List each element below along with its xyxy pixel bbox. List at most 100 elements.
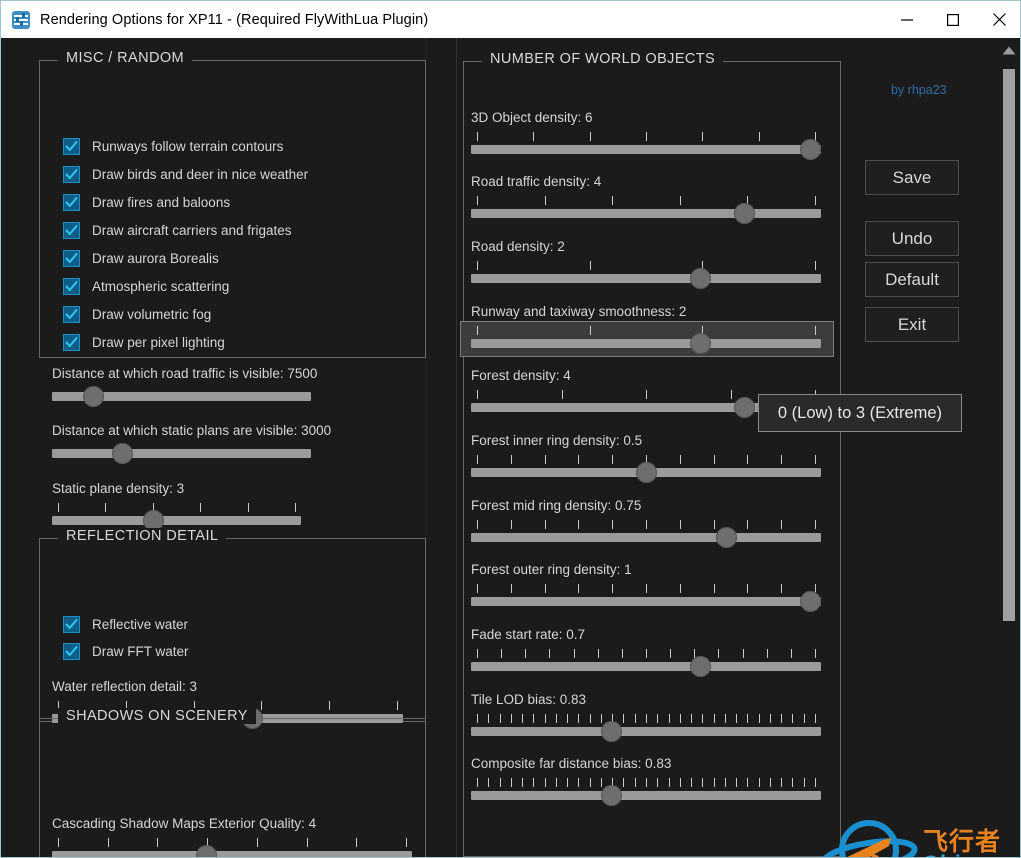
checkbox-checked-icon[interactable] [63,137,80,155]
slider-label-wrapper: Runway and taxiway smoothness: 2 [471,304,686,319]
slider-control[interactable]: Forest inner ring density: 0.5 [471,433,821,483]
checkbox-row[interactable]: Draw fires and baloons [63,193,230,211]
default-button[interactable]: Default [865,262,959,297]
group-misc-random-title: MISC / RANDOM [58,50,192,66]
checkbox-row[interactable]: Draw birds and deer in nice weather [63,165,308,183]
slider-track[interactable] [471,274,821,283]
slider-ticks [471,326,821,335]
column-divider [456,38,457,857]
close-icon[interactable] [976,1,1020,38]
slider-control[interactable]: Distance at which road traffic is visibl… [52,366,317,414]
slider-label: Forest mid ring density: 0.75 [471,498,642,513]
slider-thumb[interactable] [716,527,738,548]
slider-track[interactable] [471,597,821,606]
slider-control[interactable]: Distance at which static plans are visib… [52,423,331,471]
slider-track[interactable] [471,791,821,800]
slider-control[interactable]: Fade start rate: 0.7 [471,627,821,677]
slider-label: Distance at which road traffic is visibl… [52,366,318,381]
maximize-icon[interactable] [930,1,976,38]
checkbox-checked-icon[interactable] [63,277,80,295]
scrollbar-thumb[interactable] [1003,69,1015,621]
title-bar: Rendering Options for XP11 - (Required F… [1,1,1020,38]
slider-track[interactable] [52,449,311,458]
checkbox-label: Draw FFT water [92,643,189,659]
slider-control[interactable]: Static plane density: 3 [52,481,301,531]
checkbox-row[interactable]: Draw per pixel lighting [63,333,225,351]
slider-label: Fade start rate: 0.7 [471,627,586,642]
checkbox-label: Reflective water [92,616,189,632]
checkbox-row[interactable]: Draw volumetric fog [63,305,211,323]
checkbox-checked-icon[interactable] [63,642,80,660]
slider-control[interactable]: Tile LOD bias: 0.83 [471,692,821,742]
slider-thumb[interactable] [82,386,104,407]
slider-ticks [471,584,821,593]
slider-track[interactable] [471,727,821,736]
checkbox-row[interactable]: Reflective water [63,615,188,633]
slider-thumb[interactable] [111,443,133,464]
slider-track[interactable] [471,145,821,154]
slider-track[interactable] [52,516,301,525]
slider-thumb[interactable] [800,591,821,612]
slider-control[interactable]: Composite far distance bias: 0.83 [471,756,821,806]
slider-control[interactable]: 3D Object density: 6 [471,110,821,160]
undo-button[interactable]: Undo [865,221,959,256]
slider-thumb[interactable] [689,333,711,354]
slider-thumb[interactable] [600,785,622,806]
checkbox-checked-icon[interactable] [63,221,80,239]
slider-label: 3D Object density: 6 [471,110,593,125]
slider-thumb[interactable] [600,721,622,742]
slider-thumb[interactable] [635,462,657,483]
minimize-icon[interactable] [884,1,930,38]
slider-ticks [471,778,821,787]
slider-ticks [471,649,821,658]
checkbox-row[interactable]: Draw FFT water [63,642,189,660]
chevron-up-icon[interactable] [998,42,1020,58]
checkbox-checked-icon[interactable] [63,165,80,183]
checkbox-checked-icon[interactable] [63,305,80,323]
slider-thumb[interactable] [800,139,821,160]
slider-control[interactable]: Forest outer ring density: 1 [471,562,821,612]
slider-thumb[interactable] [734,203,756,224]
checkbox-label: Runways follow terrain contours [92,138,284,154]
slider-control[interactable]: Forest mid ring density: 0.75 [471,498,821,548]
slider-control[interactable]: Road traffic density: 4 [471,174,821,224]
checkbox-checked-icon[interactable] [63,193,80,211]
slider-track[interactable] [471,662,821,671]
window-controls [884,1,1020,38]
slider-track[interactable] [471,209,821,218]
save-button[interactable]: Save [865,160,959,195]
app-window: Rendering Options for XP11 - (Required F… [0,0,1021,858]
slider-label: Cascading Shadow Maps Exterior Quality: … [52,816,317,831]
checkbox-checked-icon[interactable] [63,333,80,351]
slider-control[interactable]: Cascading Shadow Maps Exterior Quality: … [52,816,412,857]
vertical-scrollbar[interactable] [998,38,1020,857]
slider-label: Water reflection detail: 3 [52,679,198,694]
slider-thumb[interactable] [689,656,711,677]
sliders-icon [12,10,30,29]
slider-control[interactable]: Road density: 2 [471,239,821,289]
slider-ticks [471,714,821,723]
checkbox-row[interactable]: Draw aircraft carriers and frigates [63,221,292,239]
slider-track[interactable] [471,533,821,542]
slider-label: Distance at which static plans are visib… [52,423,332,438]
slider-control[interactable] [460,321,834,357]
slider-ticks [471,132,821,141]
slider-ticks [471,520,821,529]
slider-label: Road density: 2 [471,239,565,254]
checkbox-checked-icon[interactable] [63,615,80,633]
slider-thumb[interactable] [689,268,711,289]
exit-button[interactable]: Exit [865,307,959,342]
slider-label: Forest inner ring density: 0.5 [471,433,643,448]
slider-ticks [471,261,821,270]
checkbox-checked-icon[interactable] [63,249,80,267]
slider-track[interactable] [52,851,412,857]
group-world-objects-title: NUMBER OF WORLD OBJECTS [482,51,724,67]
slider-track[interactable] [471,339,821,348]
checkbox-row[interactable]: Runways follow terrain contours [63,137,283,155]
checkbox-row[interactable]: Atmospheric scattering [63,277,229,295]
checkbox-label: Draw fires and baloons [92,194,231,210]
slider-label: Runway and taxiway smoothness: 2 [471,304,687,319]
slider-label: Tile LOD bias: 0.83 [471,692,587,707]
slider-thumb[interactable] [734,397,756,418]
checkbox-row[interactable]: Draw aurora Borealis [63,249,219,267]
